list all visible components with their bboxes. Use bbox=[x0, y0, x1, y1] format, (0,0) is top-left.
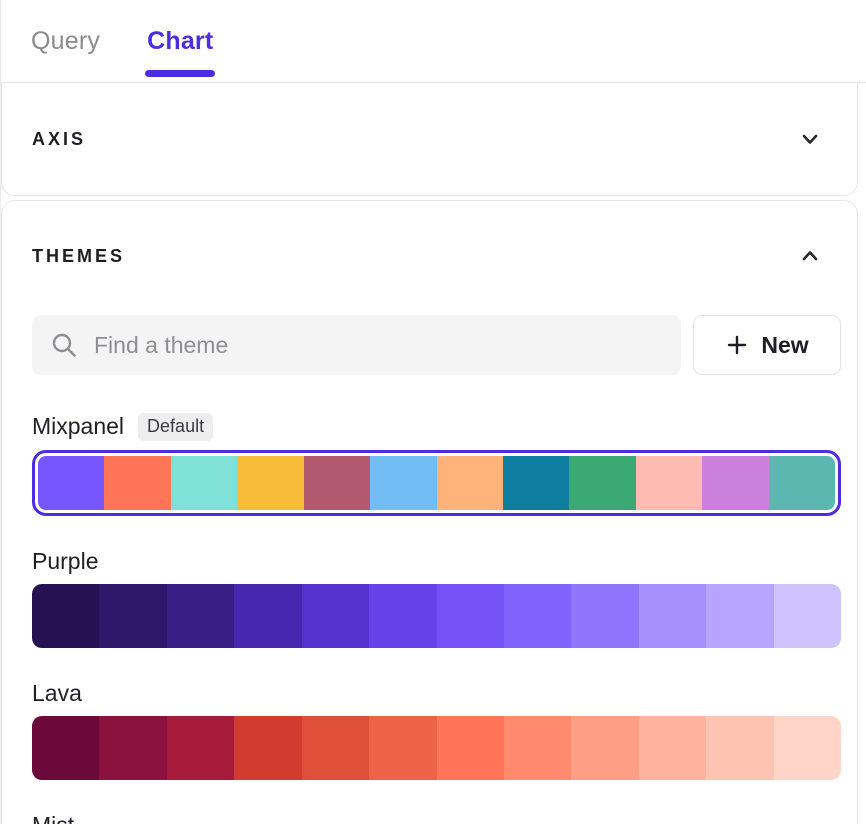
color-swatch bbox=[369, 716, 436, 780]
color-swatch bbox=[636, 456, 702, 510]
tab-query-label: Query bbox=[31, 27, 100, 56]
theme-swatch-row[interactable] bbox=[32, 716, 841, 780]
color-swatch bbox=[774, 584, 841, 648]
color-swatch bbox=[774, 716, 841, 780]
theme-label-row: Purple bbox=[32, 548, 841, 575]
color-swatch bbox=[99, 716, 166, 780]
color-swatch bbox=[639, 584, 706, 648]
color-swatch bbox=[104, 456, 170, 510]
tab-bar: Query Chart bbox=[1, 0, 866, 83]
tab-chart[interactable]: Chart bbox=[147, 0, 213, 83]
color-swatch bbox=[370, 456, 436, 510]
new-theme-button[interactable]: New bbox=[693, 315, 841, 375]
theme-item: Mist bbox=[32, 812, 841, 824]
color-swatch bbox=[167, 584, 234, 648]
plus-icon bbox=[725, 333, 749, 357]
tab-query[interactable]: Query bbox=[31, 0, 100, 83]
color-swatch bbox=[437, 716, 504, 780]
theme-name: Mixpanel bbox=[32, 413, 124, 440]
color-swatch bbox=[302, 716, 369, 780]
theme-item: Lava bbox=[32, 680, 841, 780]
color-swatch bbox=[769, 456, 835, 510]
color-swatch bbox=[706, 584, 773, 648]
color-swatch bbox=[569, 456, 635, 510]
themes-section-title: THEMES bbox=[32, 246, 125, 267]
color-swatch bbox=[302, 584, 369, 648]
chevron-up-icon[interactable] bbox=[799, 245, 821, 267]
color-swatch bbox=[437, 584, 504, 648]
theme-name: Mist bbox=[32, 812, 74, 824]
color-swatch bbox=[234, 716, 301, 780]
color-swatch bbox=[32, 716, 99, 780]
theme-label-row: Mixpanel Default bbox=[32, 413, 841, 441]
theme-item: Mixpanel Default bbox=[32, 413, 841, 516]
theme-name: Lava bbox=[32, 680, 82, 707]
color-swatch bbox=[369, 584, 436, 648]
theme-label-row: Mist bbox=[32, 812, 841, 824]
selected-theme-ring bbox=[32, 450, 841, 516]
color-swatch bbox=[167, 716, 234, 780]
color-swatch bbox=[237, 456, 303, 510]
color-swatch bbox=[571, 716, 638, 780]
color-swatch bbox=[32, 584, 99, 648]
color-swatch bbox=[171, 456, 237, 510]
color-swatch bbox=[437, 456, 503, 510]
themes-section-header[interactable]: THEMES bbox=[32, 245, 845, 267]
theme-label-row: Lava bbox=[32, 680, 841, 707]
theme-name: Purple bbox=[32, 548, 98, 575]
theme-item: Purple bbox=[32, 548, 841, 648]
axis-section-title: AXIS bbox=[32, 129, 86, 150]
theme-swatch-row[interactable] bbox=[32, 584, 841, 648]
themes-section: THEMES New MixpanelDefaultPurpl bbox=[1, 200, 858, 824]
active-tab-underline bbox=[145, 70, 215, 77]
color-swatch bbox=[504, 716, 571, 780]
color-swatch bbox=[38, 456, 104, 510]
theme-list: Mixpanel Default Purple Lava Mist bbox=[32, 413, 841, 824]
theme-search-row: New bbox=[32, 315, 841, 375]
theme-search-box[interactable] bbox=[32, 315, 681, 375]
color-swatch bbox=[503, 456, 569, 510]
search-icon bbox=[50, 331, 78, 359]
color-swatch bbox=[304, 456, 370, 510]
color-swatch bbox=[639, 716, 706, 780]
tab-chart-label: Chart bbox=[147, 27, 213, 56]
color-swatch bbox=[702, 456, 768, 510]
new-theme-button-label: New bbox=[761, 332, 808, 359]
chart-settings-panel: Query Chart AXIS THEMES bbox=[0, 0, 866, 824]
search-input[interactable] bbox=[92, 331, 663, 360]
color-swatch bbox=[706, 716, 773, 780]
color-swatch bbox=[234, 584, 301, 648]
axis-section-header[interactable]: AXIS bbox=[1, 83, 858, 196]
color-swatch bbox=[504, 584, 571, 648]
theme-swatch-row[interactable] bbox=[38, 456, 835, 510]
color-swatch bbox=[571, 584, 638, 648]
default-theme-badge: Default bbox=[138, 413, 213, 441]
color-swatch bbox=[99, 584, 166, 648]
chevron-down-icon[interactable] bbox=[799, 128, 821, 150]
